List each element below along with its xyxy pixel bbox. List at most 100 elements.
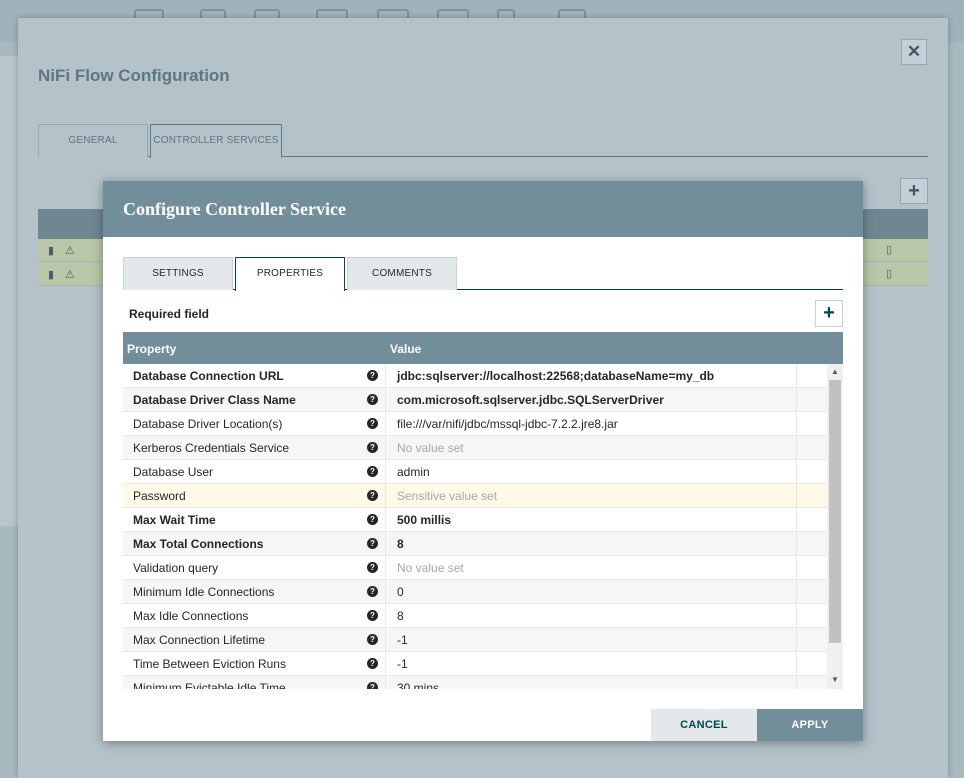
help-icon[interactable]: ? <box>367 586 378 597</box>
property-name: Minimum Idle Connections <box>133 585 275 599</box>
trash-icon[interactable]: ▯ <box>886 243 892 256</box>
property-value[interactable]: -1 <box>397 657 408 671</box>
help-icon[interactable]: ? <box>367 682 378 689</box>
close-icon[interactable]: ✕ <box>901 39 927 65</box>
table-row[interactable]: Max Idle Connections? 8 <box>123 604 827 628</box>
property-value[interactable]: -1 <box>397 633 408 647</box>
property-name: Minimum Evictable Idle Time <box>133 681 286 689</box>
trash-icon[interactable]: ▯ <box>886 267 892 280</box>
tab-general[interactable]: GENERAL <box>38 124 148 157</box>
column-divider <box>796 388 797 412</box>
scrollbar-thumb[interactable] <box>829 380 841 643</box>
properties-table-body: Database Connection URL? jdbc:sqlserver:/… <box>123 364 827 689</box>
column-divider <box>796 676 797 689</box>
table-row[interactable]: Time Between Eviction Runs? -1 <box>123 652 827 676</box>
column-divider <box>385 436 386 460</box>
operate-palette <box>0 56 20 526</box>
column-divider <box>385 412 386 436</box>
column-divider <box>385 652 386 676</box>
column-header-value[interactable]: Value <box>390 342 421 356</box>
help-icon[interactable]: ? <box>367 514 378 525</box>
help-icon[interactable]: ? <box>367 562 378 573</box>
property-name: Max Connection Lifetime <box>133 633 266 647</box>
tab-properties[interactable]: PROPERTIES <box>235 257 345 291</box>
properties-table-header: Property Value <box>123 332 843 364</box>
property-value[interactable]: 0 <box>397 585 404 599</box>
column-divider <box>385 460 386 484</box>
property-value[interactable]: 8 <box>397 609 404 623</box>
tab-comments[interactable]: COMMENTS <box>347 257 457 290</box>
column-divider <box>385 604 386 628</box>
table-row[interactable]: Database Driver Location(s)? file:///var/… <box>123 412 827 436</box>
table-row[interactable]: Kerberos Credentials Service? No value se… <box>123 436 827 460</box>
property-value[interactable]: file:///var/nifi/jdbc/mssql-jdbc-7.2.2.j… <box>397 417 618 431</box>
table-row[interactable]: Max Wait Time? 500 millis <box>123 508 827 532</box>
plus-icon[interactable]: + <box>900 178 928 204</box>
property-value[interactable]: 30 mins <box>397 681 439 689</box>
column-divider <box>796 484 797 508</box>
column-divider <box>796 556 797 580</box>
column-divider <box>385 508 386 532</box>
property-name: Database Driver Location(s) <box>133 417 283 431</box>
table-row[interactable]: Max Total Connections? 8 <box>123 532 827 556</box>
column-divider <box>796 652 797 676</box>
table-row[interactable]: Password? Sensitive value set <box>123 484 827 508</box>
column-divider <box>385 364 386 388</box>
column-divider <box>385 484 386 508</box>
property-value[interactable]: 8 <box>397 537 404 551</box>
table-row[interactable]: Database User? admin <box>123 460 827 484</box>
tab-controller-services[interactable]: CONTROLLER SERVICES <box>150 124 282 158</box>
help-icon[interactable]: ? <box>367 490 378 501</box>
column-divider <box>796 532 797 556</box>
help-icon[interactable]: ? <box>367 466 378 477</box>
table-row[interactable]: Database Driver Class Name? com.microsoft… <box>123 388 827 412</box>
help-icon[interactable]: ? <box>367 538 378 549</box>
property-name: Database Driver Class Name <box>133 393 296 407</box>
help-icon[interactable]: ? <box>367 634 378 645</box>
configure-controller-service-dialog: Configure Controller Service SETTINGS PR… <box>103 181 863 741</box>
properties-table: Property Value Database Connection URL? j… <box>123 332 843 689</box>
property-name: Max Total Connections <box>133 537 264 551</box>
property-value[interactable]: Sensitive value set <box>397 489 497 503</box>
property-value[interactable]: com.microsoft.sqlserver.jdbc.SQLServerDr… <box>397 393 664 407</box>
help-icon[interactable]: ? <box>367 418 378 429</box>
column-divider <box>796 628 797 652</box>
column-divider <box>385 580 386 604</box>
property-value[interactable]: jdbc:sqlserver://localhost:22568;databas… <box>397 369 714 383</box>
help-icon[interactable]: ? <box>367 442 378 453</box>
required-field-label: Required field <box>129 307 210 321</box>
cancel-button[interactable]: CANCEL <box>651 709 757 741</box>
vertical-scrollbar[interactable]: ▲ ▼ <box>827 364 843 689</box>
property-value[interactable]: No value set <box>397 441 464 455</box>
table-row[interactable]: Minimum Evictable Idle Time? 30 mins <box>123 676 827 689</box>
scroll-up-arrow-icon[interactable]: ▲ <box>831 367 839 376</box>
help-icon[interactable]: ? <box>367 370 378 381</box>
help-icon[interactable]: ? <box>367 394 378 405</box>
table-row[interactable]: Validation query? No value set <box>123 556 827 580</box>
dialog-header: Configure Controller Service <box>103 181 863 237</box>
warning-icon: ⚠ <box>65 269 75 281</box>
book-icon[interactable]: ▮ <box>48 244 54 257</box>
table-row[interactable]: Database Connection URL? jdbc:sqlserver:/… <box>123 364 827 388</box>
warning-icon: ⚠ <box>65 245 75 257</box>
tab-settings[interactable]: SETTINGS <box>123 257 233 290</box>
table-row[interactable]: Minimum Idle Connections? 0 <box>123 580 827 604</box>
property-name: Max Wait Time <box>133 513 216 527</box>
scroll-down-arrow-icon[interactable]: ▼ <box>831 675 839 684</box>
column-header-property[interactable]: Property <box>127 342 176 356</box>
table-row[interactable]: Max Connection Lifetime? -1 <box>123 628 827 652</box>
help-icon[interactable]: ? <box>367 610 378 621</box>
column-divider <box>796 580 797 604</box>
add-property-plus-icon[interactable]: + <box>815 300 843 327</box>
property-value[interactable]: No value set <box>397 561 464 575</box>
book-icon[interactable]: ▮ <box>48 268 54 281</box>
property-value[interactable]: 500 millis <box>397 513 451 527</box>
property-name: Max Idle Connections <box>133 609 249 623</box>
help-icon[interactable]: ? <box>367 658 378 669</box>
column-divider <box>796 604 797 628</box>
property-value[interactable]: admin <box>397 465 430 479</box>
apply-button[interactable]: APPLY <box>757 709 863 741</box>
dialog-title: Configure Controller Service <box>123 199 346 219</box>
outer-tab-bar: GENERAL CONTROLLER SERVICES <box>38 124 928 158</box>
property-name: Password <box>133 489 186 503</box>
